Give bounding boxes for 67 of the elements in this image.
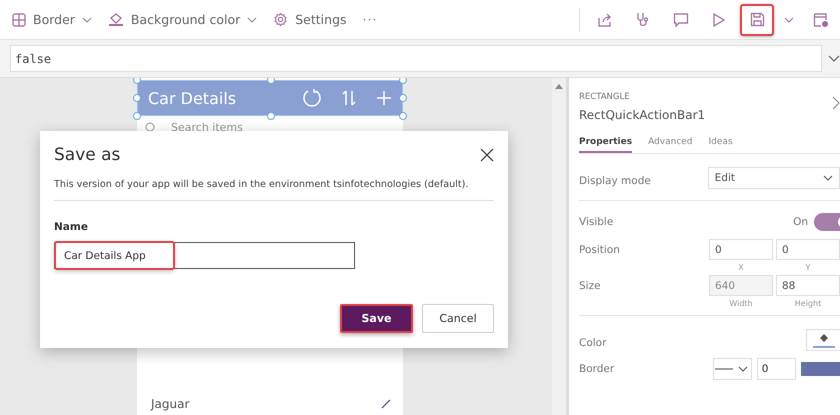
resize-handle[interactable] (399, 112, 407, 120)
header-title: Car Details (148, 88, 238, 108)
panel-tab[interactable]: Ideas (708, 135, 733, 153)
panel-tab[interactable]: Advanced (648, 135, 693, 153)
toolbar-button[interactable]: Border (10, 12, 100, 27)
y-field[interactable]: 0 (776, 239, 840, 260)
border-color-swatch[interactable] (800, 362, 840, 376)
toolbar-button[interactable]: Background color (106, 12, 266, 27)
chevron-down-icon (784, 16, 794, 22)
grid-icon (12, 12, 26, 26)
resize-handle[interactable] (399, 78, 407, 84)
name-field[interactable]: Car Details App (54, 242, 355, 269)
color-picker-button[interactable] (806, 329, 840, 351)
play-icon (712, 12, 726, 28)
border-style-dropdown[interactable] (712, 358, 752, 380)
resize-handle[interactable] (267, 112, 275, 120)
field-label: Name (54, 221, 89, 233)
sort-icon[interactable] (342, 89, 356, 107)
resize-handle[interactable] (399, 94, 407, 102)
field-caption: Y (806, 263, 810, 272)
resize-handle[interactable] (267, 78, 275, 84)
search-icon (145, 122, 155, 132)
toolbar-button[interactable]: Settings (271, 12, 355, 27)
close-icon[interactable] (480, 148, 494, 162)
chevron-down-icon (82, 16, 92, 22)
save-icon (750, 12, 764, 27)
height-field[interactable]: 88 (776, 275, 840, 296)
line-style-icon (715, 365, 750, 373)
highlighted-value: Car Details App (54, 241, 175, 270)
border-width-field[interactable]: 0 (756, 358, 796, 380)
chevron-down-icon (823, 175, 833, 181)
cancel-button[interactable]: Cancel (422, 304, 494, 333)
scroll-up-icon[interactable] (555, 84, 563, 89)
resize-handle[interactable] (133, 78, 141, 84)
field-caption: Width (729, 299, 753, 308)
control-name: RectQuickActionBar1 (579, 108, 706, 122)
dialog-message: This version of your app will be saved in the environment tsinfotechnologies (default). (54, 179, 470, 190)
resize-handle[interactable] (133, 112, 141, 120)
share-icon (597, 12, 613, 28)
field-caption: X (738, 263, 744, 272)
settings-icon (273, 12, 288, 27)
list-item-title: Jaguar (151, 397, 190, 411)
formula-field[interactable]: false (10, 45, 822, 72)
comment-icon (673, 12, 689, 28)
resize-handle[interactable] (133, 94, 141, 102)
chevron-down-icon (247, 16, 258, 22)
stethoscope-icon (635, 12, 651, 28)
dialog-title: Save as (54, 145, 120, 165)
publish-icon (813, 12, 829, 28)
x-field[interactable]: 0 (709, 239, 773, 260)
property-label: Size (579, 279, 602, 292)
save-button[interactable]: Save (340, 304, 413, 333)
add-icon[interactable] (376, 90, 392, 106)
control-type: RECTANGLE (579, 92, 631, 102)
property-label: Visible (579, 215, 614, 228)
field-caption: Height (794, 299, 822, 308)
refresh-icon[interactable] (302, 88, 322, 108)
property-label: Display mode (579, 174, 652, 186)
display-mode-dropdown[interactable]: Edit (708, 167, 840, 189)
toolbar-icon-button[interactable] (740, 4, 774, 36)
property-label: Position (579, 243, 621, 256)
property-label: Border (579, 362, 616, 375)
panel-tab[interactable]: Properties (579, 135, 632, 153)
toggle-state-label: On (793, 215, 808, 228)
more-button[interactable]: ··· (360, 12, 386, 27)
property-label: Color (579, 336, 608, 348)
chevron-down-icon (828, 54, 840, 62)
